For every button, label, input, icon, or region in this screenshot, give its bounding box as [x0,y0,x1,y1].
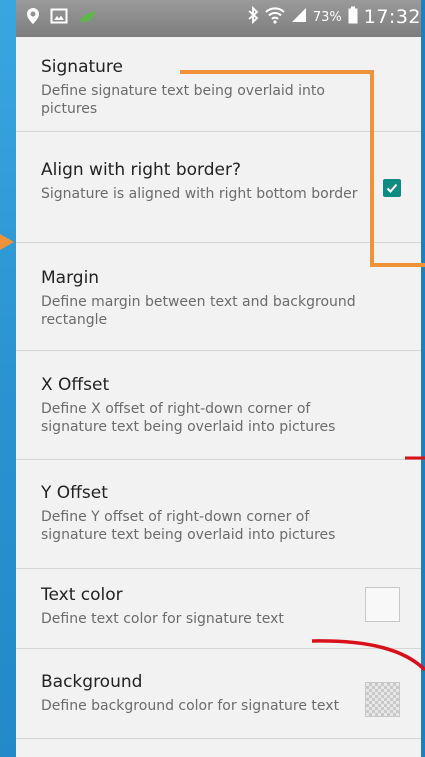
checkmark-icon [386,183,398,193]
status-bar: 73% 17:32 [16,0,421,37]
battery-percent: 73% [312,9,342,25]
background-color-swatch[interactable] [365,682,400,717]
pref-title: X Offset [41,375,110,395]
text-color-swatch[interactable] [365,587,400,622]
signal-icon [291,7,307,27]
battery-icon [348,6,358,28]
pref-summary: Define signature text being overlaid int… [41,83,325,117]
pref-summary: Define X offset of right-down corner of … [41,401,336,435]
wifi-icon [265,6,285,28]
clock: 17:32 [363,6,421,28]
pref-x-offset[interactable]: X Offset Define X offset of right-down c… [16,351,421,460]
bluetooth-icon [247,5,259,28]
pref-title: Margin [41,268,100,288]
location-icon [26,7,40,29]
pref-summary: Define Y offset of right-down corner of … [41,509,336,543]
background-right-strip [421,0,425,757]
pref-title: Y Offset [41,483,108,503]
pref-text-color[interactable]: Text color Define text color for signatu… [16,569,421,649]
gallery-icon [50,7,68,29]
pref-summary: Define text color for signature text [41,611,284,627]
pref-summary: Define margin between text and backgroun… [41,294,356,328]
background-left-strip [0,0,16,757]
pref-title: Signature [41,57,124,77]
phone-screen: 73% 17:32 Signature Define signature tex… [16,0,421,757]
align-right-checkbox[interactable] [383,179,401,197]
pref-summary: Signature is aligned with right bottom b… [41,186,358,202]
pref-margin[interactable]: Margin Define margin between text and ba… [16,243,421,351]
pref-summary: Define background color for signature te… [41,698,340,714]
list-bottom-spacer [16,739,421,757]
pref-signature[interactable]: Signature Define signature text being ov… [16,37,421,132]
pref-title: Align with right border? [41,160,242,180]
pref-title: Text color [41,585,123,605]
app-notification-icon [78,8,98,28]
pref-y-offset[interactable]: Y Offset Define Y offset of right-down c… [16,460,421,569]
pref-title: Background [41,672,143,692]
pref-background[interactable]: Background Define background color for s… [16,649,421,739]
pref-align-right-border[interactable]: Align with right border? Signature is al… [16,132,421,243]
